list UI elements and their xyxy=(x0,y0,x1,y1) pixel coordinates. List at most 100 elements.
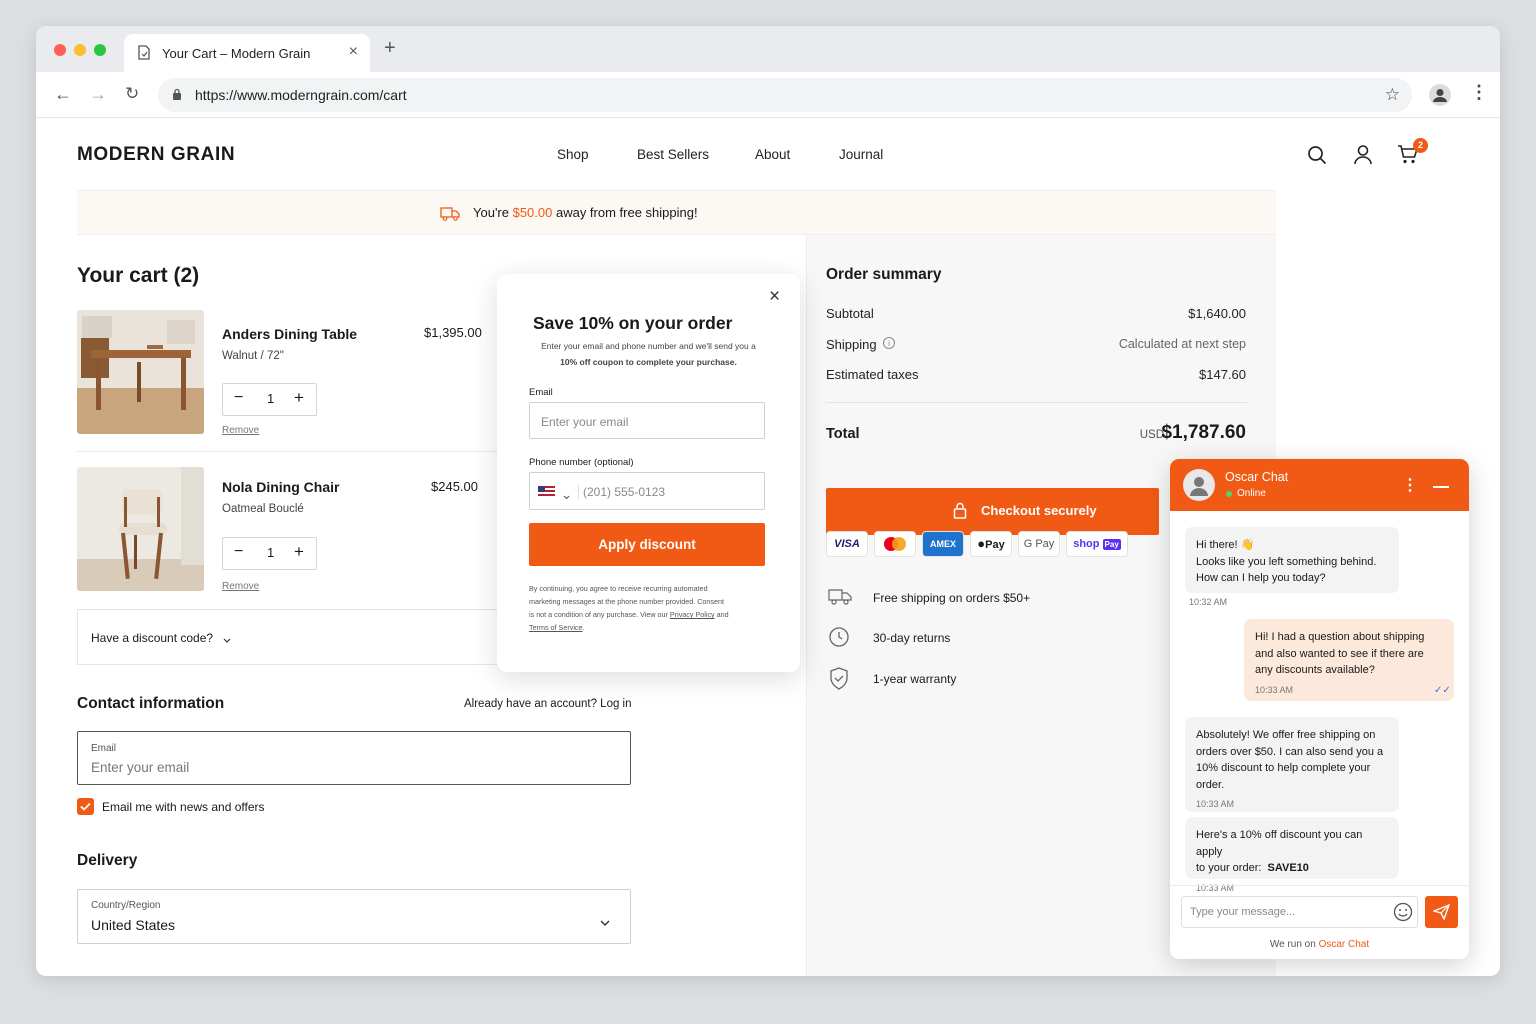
decrease-qty-button[interactable]: − xyxy=(234,543,243,561)
popup-legal-text: By continuing, you agree to receive recu… xyxy=(529,584,729,632)
discount-code[interactable]: SAVE10 xyxy=(1268,862,1309,874)
url-bar[interactable]: https://www.moderngrain.com/cart ☆ xyxy=(158,78,1412,112)
chevron-down-icon[interactable] xyxy=(563,487,570,505)
amex-icon: AMEX xyxy=(922,531,964,557)
read-receipt-icon: ✓✓ xyxy=(1434,685,1451,696)
message-time: 10:33 AM xyxy=(1255,684,1294,695)
decrease-qty-button[interactable]: − xyxy=(234,389,243,407)
country-select[interactable]: Country/Region United States xyxy=(77,889,631,944)
tab-title: Your Cart – Modern Grain xyxy=(162,46,311,61)
privacy-policy-link[interactable]: Privacy Policy xyxy=(670,610,715,619)
dining-chair-image[interactable] xyxy=(77,467,204,591)
subtotal-value: $1,640.00 xyxy=(1188,306,1246,321)
discount-code-toggle[interactable]: Have a discount code? xyxy=(77,609,497,665)
chat-widget: Oscar Chat Online ⋮ Hi there! 👋 Looks lik… xyxy=(1170,459,1469,959)
newsletter-checkbox[interactable] xyxy=(77,798,94,815)
close-tab-icon[interactable]: × xyxy=(349,43,358,61)
terms-link[interactable]: Terms of Service xyxy=(529,623,583,632)
popup-email-label: Email xyxy=(529,387,553,398)
back-icon[interactable]: ← xyxy=(54,84,72,105)
browser-menu-icon[interactable]: ⋮ xyxy=(1470,82,1488,103)
remove-item-link[interactable]: Remove xyxy=(222,425,259,436)
nav-shop[interactable]: Shop xyxy=(557,147,589,162)
country-value: United States xyxy=(91,917,176,933)
qty-value[interactable]: 1 xyxy=(267,391,274,406)
quantity-stepper: − 1 + xyxy=(222,383,317,416)
item-name[interactable]: Nola Dining Chair xyxy=(222,479,339,495)
item-name[interactable]: Anders Dining Table xyxy=(222,326,357,342)
apple-pay-icon: ●Pay xyxy=(970,531,1012,557)
divider xyxy=(578,485,579,499)
item-price: $1,395.00 xyxy=(424,325,482,340)
contact-email-field[interactable]: Email Enter your email xyxy=(77,731,631,785)
discount-popup: × Save 10% on your order Enter your emai… xyxy=(497,274,800,672)
info-icon[interactable]: i xyxy=(883,337,895,349)
cart-title: Your cart (2) xyxy=(77,264,200,287)
chevron-down-icon xyxy=(223,631,231,649)
reload-icon[interactable]: ↻ xyxy=(125,84,139,104)
currency-code: USD xyxy=(1139,429,1164,441)
chat-agent-name: Oscar Chat xyxy=(1225,470,1289,484)
divider xyxy=(826,402,1247,403)
taxes-label: Estimated taxes xyxy=(826,367,919,382)
oscar-chat-link[interactable]: Oscar Chat xyxy=(1319,939,1370,950)
new-tab-icon[interactable]: + xyxy=(384,37,396,60)
checkout-button[interactable]: Checkout securely xyxy=(826,488,1159,535)
item-variant: Walnut / 72" xyxy=(222,350,284,362)
minimize-window-button[interactable] xyxy=(74,44,86,56)
divider xyxy=(77,451,497,452)
search-icon[interactable] xyxy=(1307,145,1327,170)
perk-returns: 30-day returns xyxy=(873,631,951,645)
agent-avatar xyxy=(1183,469,1215,501)
remove-item-link[interactable]: Remove xyxy=(222,581,259,592)
increase-qty-button[interactable]: + xyxy=(294,542,304,562)
shipping-value: Calculated at next step xyxy=(1118,337,1246,351)
send-message-button[interactable] xyxy=(1425,896,1458,928)
google-pay-icon: G Pay xyxy=(1018,531,1060,557)
nav-best-sellers[interactable]: Best Sellers xyxy=(637,147,709,162)
chat-message: Here's a 10% off discount you can apply … xyxy=(1185,817,1399,893)
account-icon[interactable] xyxy=(1353,144,1373,170)
country-label: Country/Region xyxy=(91,900,161,911)
nav-journal[interactable]: Journal xyxy=(839,147,883,162)
dining-table-image[interactable] xyxy=(77,310,204,434)
browser-window: Your Cart – Modern Grain × + ← → ↻ https… xyxy=(36,26,1500,976)
login-link[interactable]: Already have an account? Log in xyxy=(464,698,632,710)
chat-menu-icon[interactable]: ⋮ xyxy=(1402,475,1418,495)
tab-bar: Your Cart – Modern Grain × + xyxy=(36,26,1500,72)
apply-discount-button[interactable]: Apply discount xyxy=(529,523,765,566)
bookmark-star-icon[interactable]: ☆ xyxy=(1385,85,1400,105)
maximize-window-button[interactable] xyxy=(94,44,106,56)
browser-tab[interactable]: Your Cart – Modern Grain × xyxy=(124,34,370,72)
message-time: 10:32 AM xyxy=(1189,597,1228,607)
chat-message-input[interactable]: Type your message... xyxy=(1181,896,1418,928)
total-value: $1,787.60 xyxy=(1161,422,1246,443)
chat-header: Oscar Chat Online ⋮ xyxy=(1170,459,1469,511)
taxes-value: $147.60 xyxy=(1199,367,1246,382)
close-icon[interactable]: × xyxy=(769,286,780,308)
profile-avatar-icon[interactable] xyxy=(1429,84,1451,106)
forward-icon[interactable]: → xyxy=(89,84,107,105)
contact-title: Contact information xyxy=(77,695,225,712)
close-window-button[interactable] xyxy=(54,44,66,56)
lock-icon xyxy=(172,88,182,106)
shop-pay-icon: shop Pay xyxy=(1066,531,1128,557)
visa-icon: VISA xyxy=(826,531,868,557)
returns-icon xyxy=(828,626,850,653)
chat-message: Hi there! 👋 Looks like you left something… xyxy=(1185,527,1399,593)
minimize-chat-icon[interactable] xyxy=(1433,486,1449,488)
nav-about[interactable]: About xyxy=(755,147,790,162)
chat-message: Absolutely! We offer free shipping on ord… xyxy=(1185,717,1399,812)
emoji-icon[interactable] xyxy=(1393,902,1413,927)
subtotal-label: Subtotal xyxy=(826,306,874,321)
qty-value[interactable]: 1 xyxy=(267,545,274,560)
increase-qty-button[interactable]: + xyxy=(294,388,304,408)
cart-count-badge: 2 xyxy=(1413,138,1428,153)
popup-email-input[interactable]: Enter your email xyxy=(529,402,765,439)
site-logo[interactable]: MODERN GRAIN xyxy=(77,144,235,166)
us-flag-icon[interactable] xyxy=(538,485,555,503)
popup-phone-input[interactable]: (201) 555-0123 xyxy=(529,472,765,510)
delivery-title: Delivery xyxy=(77,852,138,869)
email-placeholder: Enter your email xyxy=(541,415,629,429)
item-variant: Oatmeal Bouclé xyxy=(222,503,304,515)
